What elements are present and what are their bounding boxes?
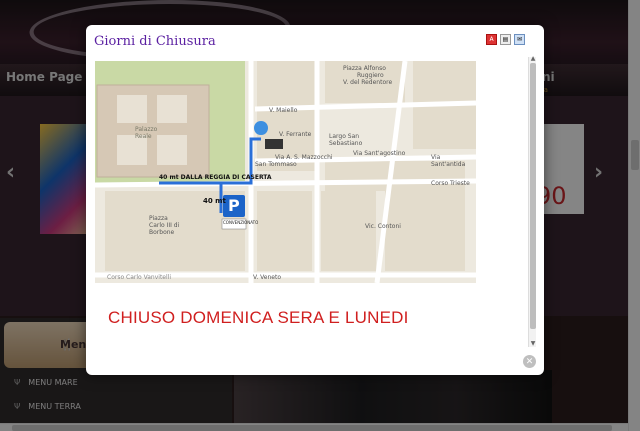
map-label-redentore: V. del Redentore: [343, 79, 393, 86]
closed-days-notice: CHIUSO DOMENICA SERA E LUNEDI: [108, 308, 409, 327]
map-label-ferrante: V. Ferrante: [279, 131, 312, 138]
scroll-up-icon[interactable]: ▲: [529, 55, 537, 62]
map-label-largo: Largo San Sebastiano: [329, 133, 363, 147]
scroll-down-icon[interactable]: ▼: [529, 340, 537, 347]
print-icon[interactable]: ▤: [500, 34, 511, 45]
email-icon[interactable]: ✉: [514, 34, 525, 45]
modal-scrollbar[interactable]: ▲ ▼: [528, 55, 537, 347]
modal-title: Giorni di Chiusura: [94, 34, 216, 49]
map-parking-sub: CONVENZIONATO: [223, 220, 259, 225]
map-label-santantida: Via Sant'antida: [431, 154, 466, 168]
closing-days-modal: Giorni di Chiusura A ▤ ✉ Palazzo Reale P…: [86, 25, 544, 375]
map-graphic: [95, 61, 476, 283]
map-label-santagostino: Via Sant'agostino: [353, 150, 406, 157]
map-route-label: 40 mt DALLA REGGIA DI CASERTA: [159, 174, 272, 181]
map-label-piazza-alfonso: Piazza Alfonso: [343, 65, 386, 72]
map-label-piazza-carlo: Piazza Carlo III di Borbone: [149, 215, 180, 236]
map-label-veneto: V. Veneto: [253, 274, 281, 281]
map-label-corso-bottom: Corso Carlo Vanvitelli: [107, 274, 171, 281]
map-label-corso-trieste: Corso Trieste: [431, 180, 470, 187]
map-label-ruggiero: Ruggiero: [357, 72, 384, 79]
map-parking-sign: P: [228, 196, 240, 215]
modal-content: Palazzo Reale Piazza Alfonso Ruggiero V.…: [94, 61, 528, 351]
map-parking-distance: 40 mt: [203, 197, 226, 205]
map-label-mazzocchi: Via A. S. Mazzocchi: [275, 154, 333, 161]
map-label-sannio: San Tommaso: [255, 161, 297, 168]
close-icon[interactable]: ✕: [523, 355, 536, 368]
location-map: Palazzo Reale Piazza Alfonso Ruggiero V.…: [95, 61, 476, 283]
modal-scrollbar-thumb[interactable]: [530, 63, 536, 329]
pdf-icon[interactable]: A: [486, 34, 497, 45]
modal-toolbar: A ▤ ✉: [486, 34, 525, 45]
map-label-contoni: Vic. Contoni: [365, 223, 401, 230]
map-label-reggia: Palazzo Reale: [135, 126, 158, 140]
map-label-maiello: V. Maiello: [269, 107, 298, 114]
